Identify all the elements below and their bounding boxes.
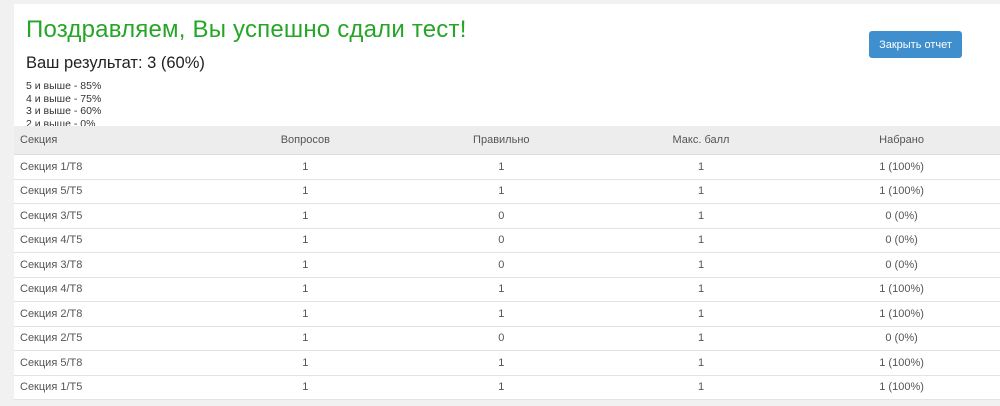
cell-max: 1: [598, 375, 804, 400]
table-row: Секция 1/Т8 1 1 1 1 (100%): [14, 154, 1000, 180]
report-header: Поздравляем, Вы успешно сдали тест! Ваш …: [26, 14, 467, 130]
cell-max: 1: [598, 179, 804, 204]
cell-section: Секция 5/Т5: [14, 179, 207, 204]
cell-section: Секция 1/Т8: [14, 154, 207, 180]
cell-max: 1: [598, 228, 804, 253]
cell-section: Секция 3/Т8: [14, 252, 207, 278]
cell-correct: 1: [403, 375, 599, 400]
cell-correct: 1: [403, 179, 599, 204]
cell-questions: 1: [206, 179, 404, 204]
cell-max: 1: [598, 252, 804, 278]
close-report-button[interactable]: Закрыть отчет: [869, 31, 962, 58]
cell-section: Секция 2/Т8: [14, 301, 207, 327]
cell-questions: 1: [206, 154, 404, 180]
header-max: Макс. балл: [598, 126, 804, 155]
result-text: Ваш результат: 3 (60%): [26, 54, 205, 72]
cell-correct: 1: [403, 277, 599, 302]
cell-correct: 0: [403, 228, 599, 253]
header-scored: Набрано: [803, 126, 1000, 155]
cell-section: Секция 5/Т8: [14, 350, 207, 376]
threshold-item: 4 и выше - 75%: [26, 92, 102, 105]
cell-correct: 1: [403, 350, 599, 376]
table-row: Секция 5/Т5 1 1 1 1 (100%): [14, 179, 1000, 204]
cell-section: Секция 4/Т5: [14, 228, 207, 253]
threshold-item: 5 и выше - 85%: [26, 80, 102, 92]
cell-questions: 1: [206, 326, 404, 351]
table-row: Секция 3/Т5 1 0 1 0 (0%): [14, 203, 1000, 229]
cell-scored: 0 (0%): [803, 228, 1000, 253]
results-table: Секция Вопросов Правильно Макс. балл Наб…: [14, 126, 1000, 400]
header-correct: Правильно: [403, 126, 599, 155]
table-row: Секция 1/Т5 1 1 1 1 (100%): [14, 375, 1000, 400]
table-row: Секция 2/Т5 1 0 1 0 (0%): [14, 326, 1000, 351]
table-row: Секция 4/Т8 1 1 1 1 (100%): [14, 277, 1000, 302]
cell-correct: 0: [403, 203, 599, 229]
cell-questions: 1: [206, 203, 404, 229]
cell-max: 1: [598, 326, 804, 351]
cell-section: Секция 3/Т5: [14, 203, 207, 229]
cell-max: 1: [598, 203, 804, 229]
table-header-row: Секция Вопросов Правильно Макс. балл Наб…: [14, 126, 1000, 155]
cell-scored: 1 (100%): [803, 375, 1000, 400]
cell-questions: 1: [206, 350, 404, 376]
grade-thresholds: 5 и выше - 85% 4 и выше - 75% 3 и выше -…: [26, 80, 467, 130]
threshold-item: 3 и выше - 60%: [26, 105, 102, 117]
header-section: Секция: [14, 126, 207, 155]
cell-max: 1: [598, 277, 804, 302]
table-row: Секция 3/Т8 1 0 1 0 (0%): [14, 252, 1000, 278]
cell-correct: 1: [403, 301, 599, 327]
table-row: Секция 4/Т5 1 0 1 0 (0%): [14, 228, 1000, 253]
cell-max: 1: [598, 154, 804, 180]
cell-section: Секция 4/Т8: [14, 277, 207, 302]
cell-questions: 1: [206, 375, 404, 400]
cell-scored: 0 (0%): [803, 326, 1000, 351]
cell-questions: 1: [206, 252, 404, 278]
cell-scored: 1 (100%): [803, 277, 1000, 302]
report-panel: Поздравляем, Вы успешно сдали тест! Ваш …: [14, 4, 1000, 400]
cell-max: 1: [598, 350, 804, 376]
cell-scored: 1 (100%): [803, 350, 1000, 376]
table-row: Секция 5/Т8 1 1 1 1 (100%): [14, 350, 1000, 376]
cell-scored: 0 (0%): [803, 203, 1000, 229]
cell-correct: 0: [403, 326, 599, 351]
cell-questions: 1: [206, 301, 404, 327]
cell-questions: 1: [206, 277, 404, 302]
header-questions: Вопросов: [206, 126, 404, 155]
cell-section: Секция 2/Т5: [14, 326, 207, 351]
table-row: Секция 2/Т8 1 1 1 1 (100%): [14, 301, 1000, 327]
cell-scored: 1 (100%): [803, 154, 1000, 180]
cell-correct: 1: [403, 154, 599, 180]
cell-scored: 0 (0%): [803, 252, 1000, 278]
cell-max: 1: [598, 301, 804, 327]
cell-section: Секция 1/Т5: [14, 375, 207, 400]
cell-scored: 1 (100%): [803, 179, 1000, 204]
congrats-heading: Поздравляем, Вы успешно сдали тест!: [26, 16, 467, 43]
cell-correct: 0: [403, 252, 599, 278]
cell-scored: 1 (100%): [803, 301, 1000, 327]
cell-questions: 1: [206, 228, 404, 253]
